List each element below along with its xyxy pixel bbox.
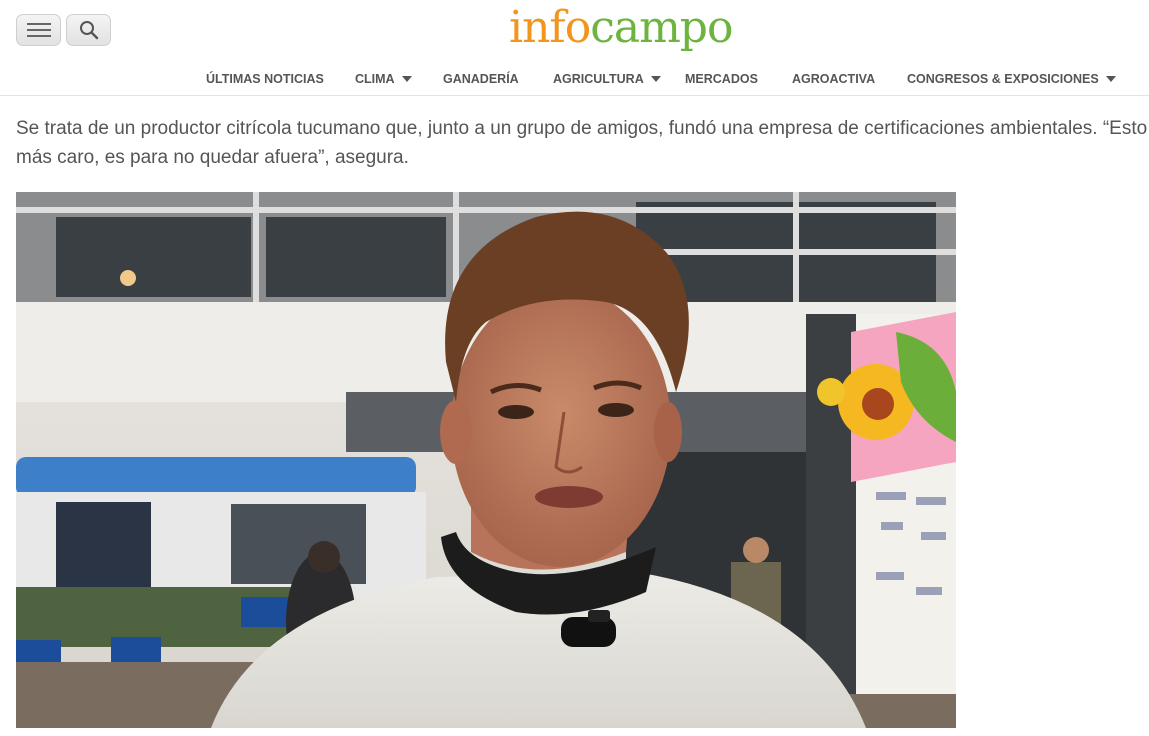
nav-item-congresos-exposiciones[interactable]: Congresos & Exposiciones [907, 72, 1116, 86]
caret-down-icon [1105, 76, 1116, 82]
top-bar: infocampo [0, 0, 1149, 62]
article-lead: Se trata de un productor citrícola tucum… [16, 114, 1149, 176]
logo-text-campo: campo [590, 2, 733, 53]
nav-item-ultimas-noticias[interactable]: Últimas noticias [206, 72, 324, 86]
caret-down-icon [401, 76, 412, 82]
lead-line-1: Se trata de un productor citrícola tucum… [16, 118, 1149, 139]
nav-item-mercados[interactable]: Mercados [685, 72, 758, 86]
nav-item-label: Clima [355, 72, 395, 86]
menu-button[interactable] [16, 14, 61, 46]
caret-down-icon [650, 76, 661, 82]
nav-item-label: Últimas noticias [206, 72, 324, 86]
nav-item-agricultura[interactable]: Agricultura [553, 72, 661, 86]
nav-item-label: Agroactiva [792, 72, 876, 86]
hamburger-icon [26, 23, 51, 37]
nav-item-label: Mercados [685, 72, 758, 86]
nav-item-label: Agricultura [553, 72, 644, 86]
nav-item-clima[interactable]: Clima [355, 72, 412, 86]
main-nav: Últimas noticias Clima Ganadería Agricul… [0, 62, 1149, 96]
logo-text-info: info [509, 2, 591, 53]
search-icon [79, 21, 98, 40]
search-button[interactable] [66, 14, 111, 46]
lead-line-2: más caro, es para no quedar afuera”, ase… [16, 147, 409, 168]
nav-item-label: Congresos & Exposiciones [907, 72, 1099, 86]
site-logo[interactable]: infocampo [509, 0, 733, 60]
nav-item-ganaderia[interactable]: Ganadería [443, 72, 519, 86]
article-video[interactable] [16, 192, 956, 728]
nav-item-agroactiva[interactable]: Agroactiva [792, 72, 875, 86]
video-frame [16, 192, 956, 728]
nav-item-label: Ganadería [443, 72, 519, 86]
